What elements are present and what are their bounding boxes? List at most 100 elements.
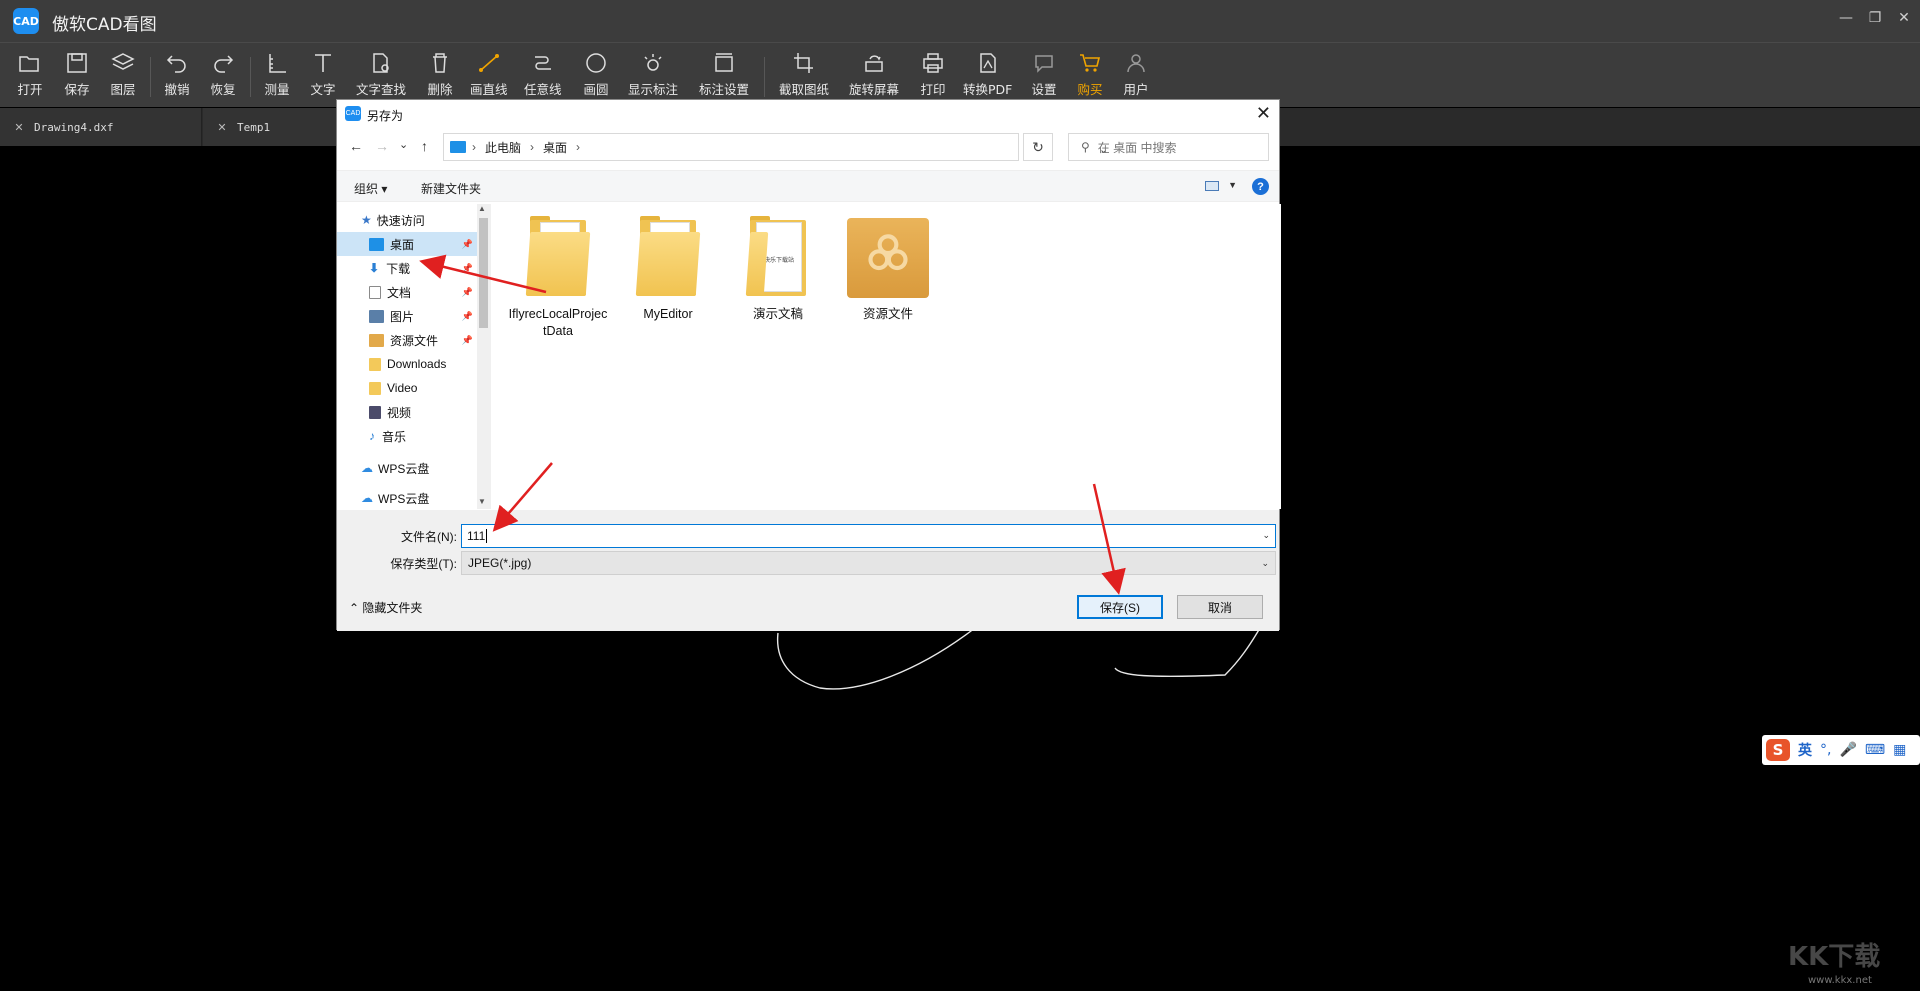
app-title: 傲软CAD看图 (52, 15, 157, 35)
up-arrow-icon[interactable]: ↑ (421, 138, 428, 154)
close-tab-icon[interactable]: ✕ (10, 121, 28, 134)
rotate-icon (865, 55, 883, 72)
keyboard-icon[interactable]: ⌨ (1865, 742, 1885, 758)
sidebar-item-videos[interactable]: 视频 (337, 400, 477, 424)
filename-input[interactable]: 111 ⌄ (461, 524, 1276, 548)
resource-folder-icon (369, 333, 384, 347)
tab-drawing4[interactable]: ✕ Drawing4.dxf (0, 108, 202, 146)
hide-folders-toggle[interactable]: ⌃ 隐藏文件夹 (349, 599, 422, 616)
filetype-select[interactable]: JPEG(*.jpg) ⌄ (461, 551, 1276, 575)
desktop-icon (369, 237, 384, 251)
grid-menu-icon[interactable]: ▦ (1893, 742, 1906, 758)
annotation-settings-button[interactable]: 标注设置 (699, 51, 749, 98)
video-icon (369, 405, 381, 419)
minimize-button[interactable]: — (1836, 10, 1856, 26)
folder-icon (369, 357, 381, 371)
pdf-icon (979, 53, 996, 73)
save-icon (67, 53, 87, 73)
crop-drawing-button[interactable]: 截取图纸 (779, 51, 829, 98)
text-search-button[interactable]: 文字查找 (356, 51, 406, 98)
sidebar-item-quick-access[interactable]: ★ 快速访问 (337, 208, 477, 232)
print-button[interactable]: 打印 (920, 51, 946, 98)
ime-toolbar[interactable]: S 英 °, 🎤 ⌨ ▦ (1762, 735, 1920, 765)
layers-button[interactable]: 图层 (110, 51, 136, 98)
organize-button[interactable]: 组织 ▾ (354, 180, 387, 197)
measure-button[interactable]: 测量 (264, 51, 290, 98)
undo-button[interactable]: 撤销 (164, 51, 190, 98)
computer-icon (450, 141, 466, 153)
save-dialog-button[interactable]: 保存(S) (1077, 595, 1163, 619)
draw-line-button[interactable]: 画直线 (470, 51, 508, 98)
sidebar-scrollbar[interactable]: ▲ ▼ (477, 204, 491, 509)
sidebar-item-downloads-folder[interactable]: Downloads (337, 352, 477, 376)
rotate-screen-button[interactable]: 旋转屏幕 (849, 51, 899, 98)
show-annotation-button[interactable]: 显示标注 (628, 51, 678, 98)
sidebar-item-video-folder[interactable]: Video (337, 376, 477, 400)
tab-temp1[interactable]: ✕ Temp1 (203, 108, 343, 146)
free-line-button[interactable]: 任意线 (524, 51, 562, 98)
filename-label: 文件名(N): (401, 530, 457, 544)
sidebar-item-desktop[interactable]: 桌面 📌 (337, 232, 477, 256)
open-button[interactable]: 打开 (17, 51, 43, 98)
buy-button[interactable]: 购买 (1077, 51, 1103, 98)
breadcrumb-this-pc[interactable]: 此电脑 (485, 139, 521, 156)
close-window-button[interactable]: ✕ (1894, 10, 1914, 26)
document-icon (369, 285, 381, 299)
dialog-title: 另存为 (367, 109, 404, 123)
line-icon (478, 54, 499, 72)
refresh-button[interactable]: ↻ (1023, 133, 1053, 161)
cancel-button[interactable]: 取消 (1177, 595, 1263, 619)
sidebar-item-music[interactable]: ♪ 音乐 (337, 424, 477, 448)
recent-locations-icon[interactable]: ⌄ (399, 138, 408, 151)
file-item-iflyrec[interactable]: IflyrecLocalProjectData (503, 214, 613, 340)
file-item-myeditor[interactable]: MyEditor (613, 214, 723, 323)
folder-icon (635, 214, 701, 298)
ime-language-toggle[interactable]: 英 (1798, 740, 1812, 760)
dialog-title-bar: CAD 另存为 ✕ (337, 100, 1279, 128)
view-mode-icon[interactable] (1205, 181, 1219, 191)
scrollbar-thumb[interactable] (479, 218, 488, 328)
back-arrow-icon[interactable]: ← (349, 138, 363, 154)
scroll-down-icon[interactable]: ▼ (478, 497, 486, 506)
chevron-down-icon[interactable]: ⌄ (1262, 530, 1270, 541)
address-bar[interactable]: › 此电脑 › 桌面 › ⌄ (443, 133, 1108, 161)
close-tab-icon[interactable]: ✕ (213, 121, 231, 134)
filename-panel: 文件名(N): 111 ⌄ 保存类型(T): JPEG(*.jpg) ⌄ ⌃ 隐… (337, 510, 1279, 631)
chevron-down-icon[interactable]: ⌄ (1261, 558, 1269, 569)
punctuation-icon[interactable]: °, (1820, 742, 1831, 758)
dialog-close-icon[interactable]: ✕ (1256, 103, 1271, 124)
picture-icon (369, 309, 384, 323)
delete-button[interactable]: 删除 (427, 51, 453, 98)
sidebar-item-wps-cloud-2[interactable]: ☁ WPS云盘 (337, 486, 477, 509)
text-icon (315, 54, 331, 72)
file-item-resource-files[interactable]: 资源文件 (833, 214, 943, 323)
forward-arrow-icon[interactable]: → (375, 138, 389, 154)
sidebar-item-wps-cloud[interactable]: ☁ WPS云盘 (337, 456, 477, 480)
redo-button[interactable]: 恢复 (210, 51, 236, 98)
circle-icon (586, 53, 606, 73)
sidebar-item-pictures[interactable]: 图片 📌 (337, 304, 477, 328)
chevron-down-icon[interactable]: ▼ (1228, 180, 1237, 190)
breadcrumb-desktop[interactable]: 桌面 (543, 139, 567, 156)
sidebar-item-resource-files[interactable]: 资源文件 📌 (337, 328, 477, 352)
convert-pdf-button[interactable]: 转换PDF (963, 51, 1012, 98)
save-as-dialog: CAD 另存为 ✕ ← → ⌄ ↑ › 此电脑 › 桌面 › ⌄ ↻ ⚲ 在 桌… (336, 99, 1281, 631)
pin-icon: 📌 (461, 286, 473, 297)
sidebar-item-documents[interactable]: 文档 📌 (337, 280, 477, 304)
user-button[interactable]: 用户 (1123, 51, 1149, 98)
cart-icon (1080, 54, 1101, 72)
search-input[interactable]: ⚲ 在 桌面 中搜索 (1068, 133, 1269, 161)
help-icon[interactable]: ? (1252, 178, 1269, 195)
save-button[interactable]: 保存 (64, 51, 90, 98)
new-folder-button[interactable]: 新建文件夹 (421, 180, 481, 197)
sidebar-item-downloads[interactable]: ⬇ 下载 📌 (337, 256, 477, 280)
text-button[interactable]: 文字 (310, 51, 336, 98)
redo-icon (214, 55, 234, 73)
file-item-presentations[interactable]: 快乐下载站 演示文稿 (723, 214, 833, 323)
microphone-icon[interactable]: 🎤 (1839, 742, 1856, 758)
restore-button[interactable]: ❐ (1865, 10, 1885, 26)
scroll-up-icon[interactable]: ▲ (478, 204, 486, 213)
toolbar-separator (150, 57, 151, 97)
draw-circle-button[interactable]: 画圆 (583, 51, 609, 98)
settings-button[interactable]: 设置 (1031, 51, 1057, 98)
